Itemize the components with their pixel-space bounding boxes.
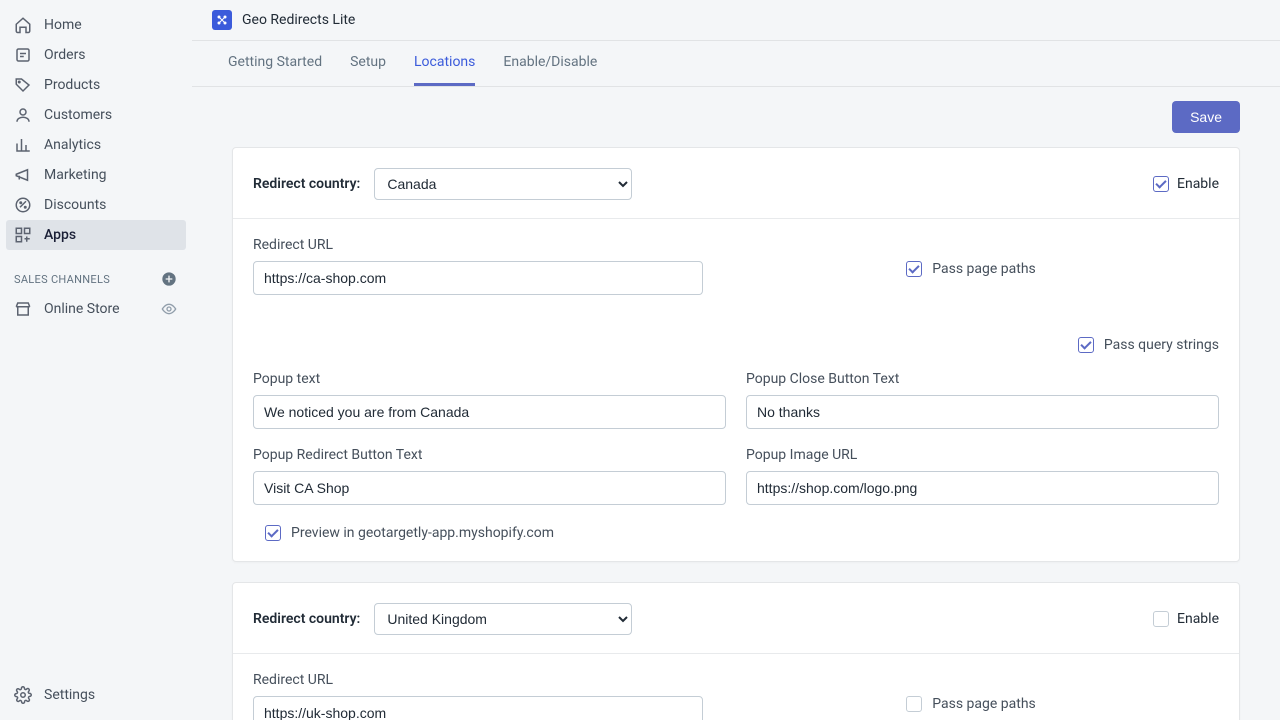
popup-close-input[interactable] (746, 395, 1219, 429)
nav-label: Orders (44, 47, 86, 63)
popup-image-input[interactable] (746, 471, 1219, 505)
redirect-url-input[interactable] (253, 261, 703, 295)
orders-icon (14, 46, 32, 64)
popup-text-input[interactable] (253, 395, 726, 429)
enable-label: Enable (1177, 176, 1219, 192)
nav-discounts[interactable]: Discounts (6, 190, 186, 220)
gear-icon (14, 686, 32, 704)
redirect-url-label: Redirect URL (253, 672, 703, 688)
redirect-url-label: Redirect URL (253, 237, 703, 253)
redirect-card: Redirect country: Canada Enable Redirect… (232, 147, 1240, 562)
save-button[interactable]: Save (1172, 101, 1240, 133)
tab-locations[interactable]: Locations (414, 41, 475, 86)
pass-paths-checkbox[interactable] (906, 261, 922, 277)
popup-redirect-label: Popup Redirect Button Text (253, 447, 726, 463)
pass-query-checkbox[interactable] (1078, 337, 1094, 353)
app-title: Geo Redirects Lite (242, 12, 355, 28)
main: Geo Redirects Lite Getting Started Setup… (192, 0, 1280, 720)
apps-icon (14, 226, 32, 244)
preview-label: Preview in geotargetly-app.myshopify.com (291, 525, 554, 541)
tag-icon (14, 76, 32, 94)
sales-channels-header: SALES CHANNELS (0, 250, 192, 294)
home-icon (14, 16, 32, 34)
tab-getting-started[interactable]: Getting Started (228, 41, 322, 86)
nav-home[interactable]: Home (6, 10, 186, 40)
nav-products[interactable]: Products (6, 70, 186, 100)
channel-online-store[interactable]: Online Store (6, 294, 186, 324)
redirect-country-select[interactable]: United Kingdom (374, 603, 632, 635)
nav-label: Analytics (44, 137, 101, 153)
enable-label: Enable (1177, 611, 1219, 627)
nav-orders[interactable]: Orders (6, 40, 186, 70)
nav-analytics[interactable]: Analytics (6, 130, 186, 160)
popup-image-label: Popup Image URL (746, 447, 1219, 463)
enable-checkbox[interactable] (1153, 176, 1169, 192)
redirect-country-select[interactable]: Canada (374, 168, 632, 200)
nav-label: Marketing (44, 167, 107, 183)
channel-label: Online Store (44, 301, 120, 317)
discount-icon (14, 196, 32, 214)
megaphone-icon (14, 166, 32, 184)
nav-apps[interactable]: Apps (6, 220, 186, 250)
redirect-country-label: Redirect country: (253, 611, 360, 627)
nav-label: Customers (44, 107, 112, 123)
popup-close-label: Popup Close Button Text (746, 371, 1219, 387)
nav-label: Apps (44, 227, 76, 243)
pass-query-label: Pass query strings (1104, 337, 1219, 353)
user-icon (14, 106, 32, 124)
tab-setup[interactable]: Setup (350, 41, 386, 86)
popup-text-label: Popup text (253, 371, 726, 387)
app-header: Geo Redirects Lite (192, 0, 1280, 41)
redirect-url-input[interactable] (253, 696, 703, 720)
popup-redirect-input[interactable] (253, 471, 726, 505)
nav-label: Products (44, 77, 100, 93)
eye-icon[interactable] (160, 300, 178, 318)
tab-enable-disable[interactable]: Enable/Disable (503, 41, 597, 86)
nav-customers[interactable]: Customers (6, 100, 186, 130)
store-icon (14, 300, 32, 318)
redirect-country-label: Redirect country: (253, 176, 360, 192)
pass-paths-label: Pass page paths (932, 696, 1036, 712)
content-area: Save Redirect country: Canada Enable Red… (192, 87, 1280, 720)
nav-settings[interactable]: Settings (6, 680, 186, 710)
redirect-card: Redirect country: United Kingdom Enable … (232, 582, 1240, 720)
tab-bar: Getting Started Setup Locations Enable/D… (192, 41, 1280, 87)
enable-checkbox[interactable] (1153, 611, 1169, 627)
nav-label: Settings (44, 687, 95, 703)
pass-paths-label: Pass page paths (932, 261, 1036, 277)
nav-label: Discounts (44, 197, 106, 213)
plus-circle-icon[interactable] (160, 270, 178, 288)
section-title: SALES CHANNELS (14, 273, 110, 286)
app-logo-icon (212, 10, 232, 30)
nav-label: Home (44, 17, 82, 33)
sidebar: Home Orders Products Customers Analytics (0, 0, 192, 720)
nav-marketing[interactable]: Marketing (6, 160, 186, 190)
preview-checkbox[interactable] (265, 525, 281, 541)
analytics-icon (14, 136, 32, 154)
pass-paths-checkbox[interactable] (906, 696, 922, 712)
